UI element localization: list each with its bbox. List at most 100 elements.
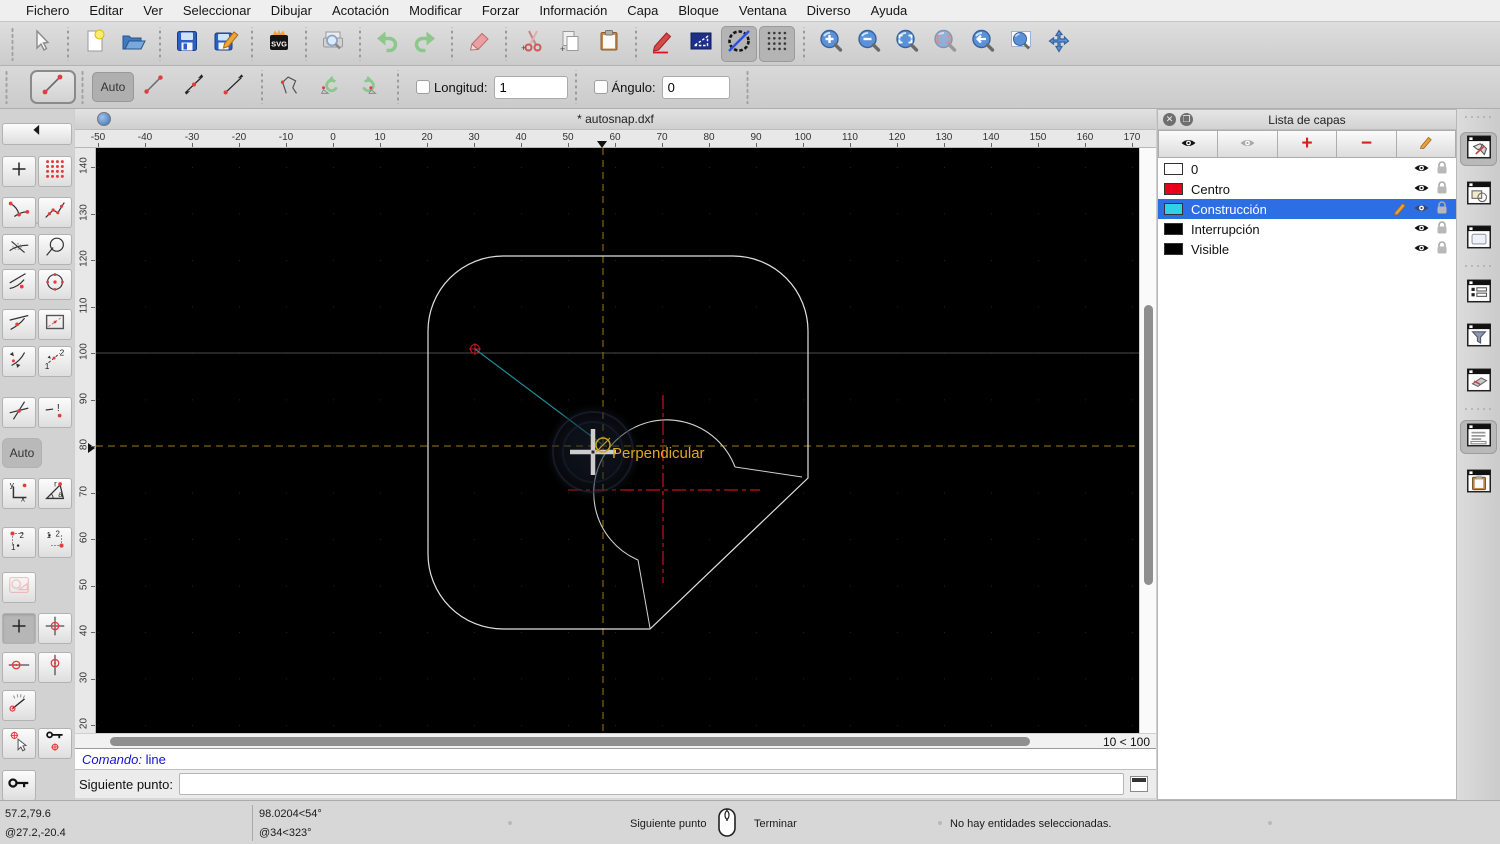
- paste-button[interactable]: [591, 26, 627, 62]
- lock-relative-zero-button[interactable]: [38, 728, 72, 759]
- menu-ayuda[interactable]: Ayuda: [861, 0, 918, 21]
- coordinate-polar-button[interactable]: ra: [38, 478, 72, 509]
- dock-pen-palette-button[interactable]: [1460, 365, 1497, 399]
- menu-editar[interactable]: Editar: [79, 0, 133, 21]
- snap-break-button[interactable]: !: [38, 397, 72, 428]
- vertical-scrollbar-thumb[interactable]: [1144, 305, 1153, 585]
- edit-layer-button[interactable]: [1396, 130, 1457, 158]
- dock-clipboard-button[interactable]: [1460, 466, 1497, 500]
- snap-intersection-arrows-button[interactable]: [2, 346, 36, 377]
- redo-button[interactable]: [407, 26, 443, 62]
- export-svg-button[interactable]: SVG: [261, 26, 297, 62]
- open-file-button[interactable]: [115, 26, 151, 62]
- snap-intersection-manual-button[interactable]: [2, 397, 36, 428]
- menu-seleccionar[interactable]: Seleccionar: [173, 0, 261, 21]
- snap-center-button[interactable]: [38, 269, 72, 300]
- layer-visibility-icon[interactable]: [1413, 162, 1430, 177]
- menu-capa[interactable]: Capa: [617, 0, 668, 21]
- dock-command-line-button[interactable]: [1460, 420, 1497, 454]
- restrict-nothing-button[interactable]: [2, 572, 36, 603]
- layer-row-interrupcion[interactable]: Interrupción: [1158, 219, 1456, 239]
- layer-lock-icon[interactable]: [1436, 160, 1448, 178]
- polyline-button[interactable]: [270, 72, 310, 102]
- layer-lock-icon[interactable]: [1436, 180, 1448, 198]
- show-all-layers-button[interactable]: [1158, 130, 1219, 158]
- line-angle-button[interactable]: [174, 72, 214, 102]
- layer-edit-icon[interactable]: [1393, 201, 1407, 218]
- construction-mode-button[interactable]: [721, 25, 757, 62]
- current-tool-line-button[interactable]: [30, 70, 76, 104]
- layer-visibility-icon[interactable]: [1413, 182, 1430, 197]
- dock-layer-filter-button[interactable]: [1460, 320, 1497, 354]
- command-input[interactable]: [178, 773, 1124, 795]
- coordinate-cartesian-button[interactable]: yx: [2, 478, 36, 509]
- line-horizontal-button[interactable]: [214, 72, 254, 102]
- drawing-canvas[interactable]: Perpendicular: [96, 148, 1139, 733]
- dock-block-list-button[interactable]: [1460, 178, 1497, 212]
- relative-corner-1-button[interactable]: 21: [2, 527, 36, 558]
- relative-corner-2-button[interactable]: 12: [38, 527, 72, 558]
- copy-button[interactable]: +: [553, 26, 589, 62]
- horizontal-scrollbar-thumb[interactable]: [110, 737, 1030, 746]
- angulo-input[interactable]: [661, 75, 730, 99]
- menu-ver[interactable]: Ver: [133, 0, 173, 21]
- zoom-in-button[interactable]: [813, 26, 849, 62]
- segment-redo-button[interactable]: [350, 72, 390, 102]
- auto-line-button[interactable]: Auto: [92, 72, 134, 102]
- angle-gauge-button[interactable]: [2, 690, 36, 721]
- snap-middle-button[interactable]: [2, 309, 36, 340]
- angulo-checkbox[interactable]: [593, 80, 608, 94]
- new-document-button[interactable]: [77, 26, 113, 62]
- zoom-out-button[interactable]: [851, 26, 887, 62]
- restrict-free-button[interactable]: [2, 613, 36, 644]
- restrict-vertical-button[interactable]: [38, 652, 72, 683]
- zoom-previous-button[interactable]: [965, 26, 1001, 62]
- draw-pen-button[interactable]: [645, 26, 681, 62]
- save-as-button[interactable]: [207, 26, 243, 62]
- layer-row-0[interactable]: 0: [1158, 159, 1456, 179]
- layer-visibility-icon[interactable]: [1413, 222, 1430, 237]
- snap-on-entity-button[interactable]: [38, 197, 72, 228]
- restrict-orthogonal-button[interactable]: [38, 613, 72, 644]
- snap-endpoints-button[interactable]: [2, 197, 36, 228]
- zoom-selected-button[interactable]: [927, 26, 963, 62]
- segment-undo-button[interactable]: [310, 72, 350, 102]
- longitud-input[interactable]: [493, 75, 568, 99]
- menu-forzar[interactable]: Forzar: [472, 0, 530, 21]
- line-two-points-button[interactable]: [134, 72, 174, 102]
- layer-row-construccion[interactable]: Construcción: [1158, 199, 1456, 219]
- dock-library-browser-button[interactable]: [1460, 222, 1497, 256]
- zoom-auto-button[interactable]: [889, 26, 925, 62]
- snap-back-button[interactable]: [2, 123, 72, 145]
- add-layer-button[interactable]: +: [1277, 130, 1338, 158]
- dock-layer-list-button[interactable]: [1460, 132, 1497, 166]
- grid-toggle-button[interactable]: [759, 25, 795, 62]
- snap-tangent-button[interactable]: [38, 234, 72, 265]
- snap-distance-points-button[interactable]: 12: [38, 346, 72, 377]
- save-file-button[interactable]: [169, 26, 205, 62]
- layer-lock-icon[interactable]: [1436, 240, 1448, 258]
- restrict-area-button[interactable]: [38, 309, 72, 340]
- snap-distance-button[interactable]: [2, 269, 36, 300]
- layer-row-visible[interactable]: Visible: [1158, 239, 1456, 259]
- menu-ventana[interactable]: Ventana: [729, 0, 797, 21]
- vertical-scrollbar[interactable]: [1139, 148, 1156, 733]
- zoom-pan-button[interactable]: [1041, 26, 1077, 62]
- menu-informacion[interactable]: Información: [529, 0, 617, 21]
- delete-entities-button[interactable]: [461, 26, 497, 62]
- menu-dibujar[interactable]: Dibujar: [261, 0, 322, 21]
- layer-lock-icon[interactable]: [1436, 200, 1448, 218]
- command-options-button[interactable]: [1129, 776, 1148, 792]
- snap-intersection-auto-button[interactable]: [2, 234, 36, 265]
- print-preview-button[interactable]: [315, 26, 351, 62]
- snap-free-button[interactable]: [2, 156, 36, 187]
- longitud-checkbox[interactable]: [416, 80, 430, 94]
- select-point-button[interactable]: [2, 728, 36, 759]
- remove-layer-button[interactable]: −: [1337, 130, 1397, 158]
- selection-mode-button[interactable]: [683, 26, 719, 62]
- layer-visibility-icon[interactable]: [1413, 202, 1430, 217]
- snap-auto-button[interactable]: Auto: [2, 438, 42, 468]
- layer-lock-icon[interactable]: [1436, 220, 1448, 238]
- snap-grid-button[interactable]: [38, 156, 72, 187]
- layer-row-centro[interactable]: Centro: [1158, 179, 1456, 199]
